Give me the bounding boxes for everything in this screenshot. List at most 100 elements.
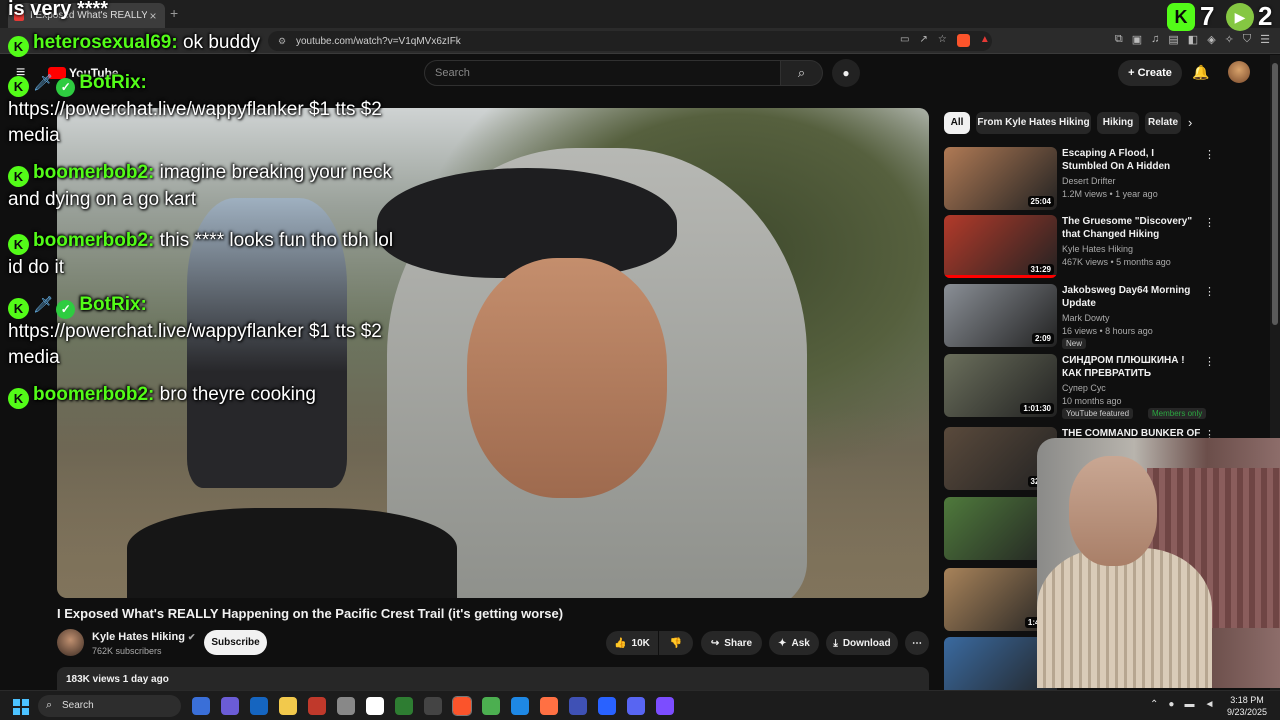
recommendation-item[interactable]: 2:09 Jakobsweg Day64 Morning Update Mark D… <box>944 284 1264 350</box>
leo-icon[interactable]: ✧ <box>1225 33 1234 46</box>
recommendation-title[interactable]: The Gruesome "Discovery" that Changed Hi… <box>1062 215 1202 241</box>
volume-icon[interactable]: ◄ <box>1204 699 1214 710</box>
taskbar-app-icon[interactable] <box>221 697 239 715</box>
microphone-icon: ● <box>842 66 850 80</box>
subscribe-button[interactable]: Subscribe <box>204 630 267 655</box>
more-vertical-icon[interactable]: ⋮ <box>1204 148 1215 161</box>
taskbar-app-icon[interactable] <box>279 697 297 715</box>
sidebar-icon[interactable]: ▤ <box>1168 33 1178 46</box>
chat-username: boomerbob2: <box>33 230 155 251</box>
recommendation-item[interactable]: 1:01:30 СИНДРОМ ПЛЮШКИНА ! КАК ПРЕВРАТИТЬ… <box>944 354 1264 420</box>
recommendation-channel[interactable]: Супер Сус <box>1062 383 1106 393</box>
tray-chevron-icon[interactable]: ⌃ <box>1150 699 1158 710</box>
plus-icon: + <box>1128 67 1138 79</box>
chat-username: BotRix: <box>79 294 147 315</box>
taskbar-app-icon[interactable] <box>656 697 674 715</box>
recommendation-title[interactable]: Escaping A Flood, I Stumbled On A Hidden… <box>1062 147 1202 173</box>
menu-icon[interactable]: ☰ <box>1260 33 1270 46</box>
network-icon[interactable]: ▬ <box>1184 699 1194 710</box>
kick-badge-icon: K <box>8 298 29 319</box>
dislike-button[interactable]: 👎 <box>659 631 693 655</box>
screenshot-icon[interactable]: ▣ <box>1132 33 1142 46</box>
notifications-bell-icon[interactable]: 🔔 <box>1192 64 1209 81</box>
more-vertical-icon[interactable]: ⋮ <box>1204 216 1215 229</box>
search-button[interactable]: ⌕ <box>781 60 823 86</box>
kick-viewer-count: 7 <box>1200 1 1215 31</box>
kick-viewers-icon: K <box>1167 3 1195 31</box>
taskbar-app-icon[interactable] <box>424 697 442 715</box>
kick-badge-icon: K <box>8 76 29 97</box>
brave-rewards-icon[interactable]: ▲ <box>980 34 990 47</box>
chevron-right-icon[interactable]: › <box>1188 115 1192 130</box>
more-actions-button[interactable]: ⋯ <box>905 631 929 655</box>
windows-start-icon[interactable] <box>13 699 29 715</box>
recommendation-channel[interactable]: Mark Dowty <box>1062 313 1110 323</box>
recommendation-thumbnail[interactable]: 1:01:30 <box>944 354 1057 417</box>
taskbar-search[interactable]: ⌕ Search <box>38 695 181 717</box>
recommendation-thumbnail[interactable]: 25:04 <box>944 147 1057 210</box>
extensions-icon[interactable]: ⧉ <box>1115 33 1123 46</box>
taskbar-app-icon[interactable] <box>395 697 413 715</box>
wallet-icon[interactable]: ◧ <box>1188 33 1198 46</box>
brave-shields-icon[interactable] <box>956 34 970 47</box>
description-box[interactable]: 183K views 1 day ago <box>57 667 929 692</box>
share-page-icon[interactable]: ↗ <box>919 34 927 47</box>
share-button[interactable]: ↪ Share <box>701 631 762 655</box>
channel-name[interactable]: Kyle Hates Hiking ✔ <box>92 631 195 643</box>
taskbar-app-icon[interactable] <box>452 696 472 716</box>
search-input[interactable]: Search <box>424 60 781 86</box>
account-avatar[interactable] <box>1228 61 1250 83</box>
taskbar-app-icon[interactable] <box>569 697 587 715</box>
kick-badge-icon: K <box>8 234 29 255</box>
recommendation-item[interactable]: 31:29 The Gruesome "Discovery" that Chang… <box>944 215 1264 281</box>
channel-avatar[interactable] <box>57 629 84 656</box>
rumble-viewers-icon: ▶ <box>1226 3 1254 31</box>
recommendation-item[interactable]: 25:04 Escaping A Flood, I Stumbled On A H… <box>944 147 1264 213</box>
recommendation-channel[interactable]: Kyle Hates Hiking <box>1062 244 1133 254</box>
taskbar-app-icon[interactable] <box>192 697 210 715</box>
video-scene-face <box>467 258 667 498</box>
recommendation-thumbnail[interactable]: 31:29 <box>944 215 1057 278</box>
taskbar-app-icon[interactable] <box>482 697 500 715</box>
new-tab-button[interactable]: + <box>170 5 178 21</box>
taskbar-app-icon[interactable] <box>250 697 268 715</box>
taskbar-app-icon[interactable] <box>308 697 326 715</box>
taskbar-app-icon[interactable] <box>627 697 645 715</box>
taskbar-app-icon[interactable] <box>511 697 529 715</box>
chip-all[interactable]: All <box>944 112 970 134</box>
recommendation-title[interactable]: Jakobsweg Day64 Morning Update <box>1062 284 1202 310</box>
taskbar-app-icon[interactable] <box>337 697 355 715</box>
taskbar-app-icon[interactable] <box>366 697 384 715</box>
create-button[interactable]: + Create <box>1118 60 1182 86</box>
watch-progress-bar <box>944 275 1057 278</box>
download-button[interactable]: ⤓ Download <box>826 631 898 655</box>
sword-badge-icon: 🗡 <box>33 297 54 314</box>
taskbar-apps <box>192 696 674 716</box>
recommendation-thumbnail[interactable]: 2:09 <box>944 284 1057 347</box>
chat-message: K 🗡 ✓ BotRix: https://powerchat.live/wappyf… <box>8 292 398 371</box>
video-title: I Exposed What's REALLY Happening on the… <box>57 606 564 621</box>
more-vertical-icon[interactable]: ⋮ <box>1204 355 1215 368</box>
cast-icon[interactable]: ▭ <box>900 34 909 47</box>
voice-search-button[interactable]: ● <box>832 59 860 87</box>
taskbar-clock[interactable]: 3:18 PM 9/23/2025 <box>1222 694 1272 718</box>
shield-icon[interactable]: ⛉ <box>1243 33 1251 46</box>
ask-button[interactable]: ✦ Ask <box>769 631 819 655</box>
scrollbar-thumb[interactable] <box>1272 63 1278 325</box>
recommendation-channel[interactable]: Desert Drifter <box>1062 176 1116 186</box>
taskbar-app-icon[interactable] <box>598 697 616 715</box>
media-icon[interactable]: ♫ <box>1151 33 1159 46</box>
taskbar-search-label: Search <box>62 700 94 711</box>
chip-from-channel[interactable]: From Kyle Hates Hiking <box>976 112 1091 134</box>
like-button[interactable]: 👍 10K <box>606 631 658 655</box>
bookmark-icon[interactable]: ☆ <box>938 34 947 47</box>
vpn-icon[interactable]: ◈ <box>1207 33 1215 46</box>
microphone-tray-icon[interactable]: ● <box>1168 699 1174 710</box>
chat-message: Kheterosexual69: ok buddy <box>8 30 398 57</box>
chip-hiking[interactable]: Hiking <box>1097 112 1139 134</box>
tab-close-icon[interactable]: × <box>147 9 159 23</box>
more-vertical-icon[interactable]: ⋮ <box>1204 285 1215 298</box>
chip-related[interactable]: Relate <box>1145 112 1181 134</box>
taskbar-app-icon[interactable] <box>540 697 558 715</box>
recommendation-title[interactable]: СИНДРОМ ПЛЮШКИНА ! КАК ПРЕВРАТИТЬ КВАРТИ… <box>1062 354 1202 380</box>
